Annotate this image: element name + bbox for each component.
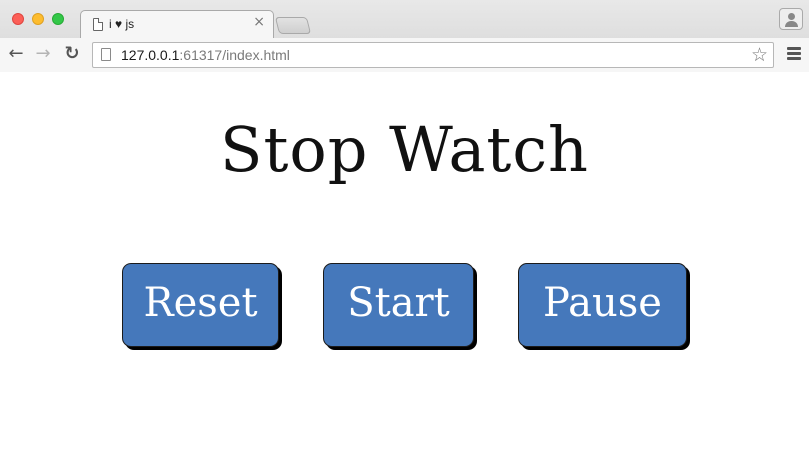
page-content: Stop Watch Reset Start Pause: [0, 73, 809, 462]
menu-bar-line: [787, 57, 801, 60]
reset-button[interactable]: Reset: [122, 263, 279, 347]
page-icon: [101, 48, 111, 61]
page-icon: [93, 18, 103, 31]
back-arrow-icon[interactable]: ←: [5, 43, 27, 65]
profile-body-shape: [785, 21, 798, 27]
profile-head-shape: [788, 13, 795, 20]
hamburger-menu-icon[interactable]: [787, 47, 801, 61]
forward-arrow-icon[interactable]: →: [32, 43, 54, 65]
maximize-window-button[interactable]: [52, 13, 64, 25]
pause-button[interactable]: Pause: [518, 263, 687, 347]
menu-bar-line: [787, 47, 801, 50]
browser-toolbar: ← → ↻ 127.0.0.1:61317/index.html ☆: [0, 38, 809, 72]
star-icon[interactable]: ☆: [751, 44, 768, 66]
menu-bar-line: [787, 52, 801, 55]
url-path: :61317/index.html: [179, 47, 290, 63]
minimize-window-button[interactable]: [32, 13, 44, 25]
tab-title: i ♥ js: [109, 17, 135, 31]
url-host: 127.0.0.1: [121, 47, 180, 63]
browser-tab[interactable]: i ♥ js ×: [80, 10, 274, 38]
tab-strip: i ♥ js ×: [0, 0, 809, 38]
browser-chrome: i ♥ js × ← → ↻ 127.0.0.1:61317/index.htm…: [0, 0, 809, 72]
reload-icon[interactable]: ↻: [61, 43, 83, 65]
close-window-button[interactable]: [12, 13, 24, 25]
url-text[interactable]: 127.0.0.1:61317/index.html: [121, 47, 290, 63]
address-bar[interactable]: 127.0.0.1:61317/index.html ☆: [92, 42, 774, 68]
start-button[interactable]: Start: [323, 263, 474, 347]
page-title: Stop Watch: [220, 113, 589, 186]
new-tab-button[interactable]: [274, 17, 312, 34]
close-tab-icon[interactable]: ×: [253, 14, 265, 30]
profile-icon[interactable]: [779, 8, 803, 30]
